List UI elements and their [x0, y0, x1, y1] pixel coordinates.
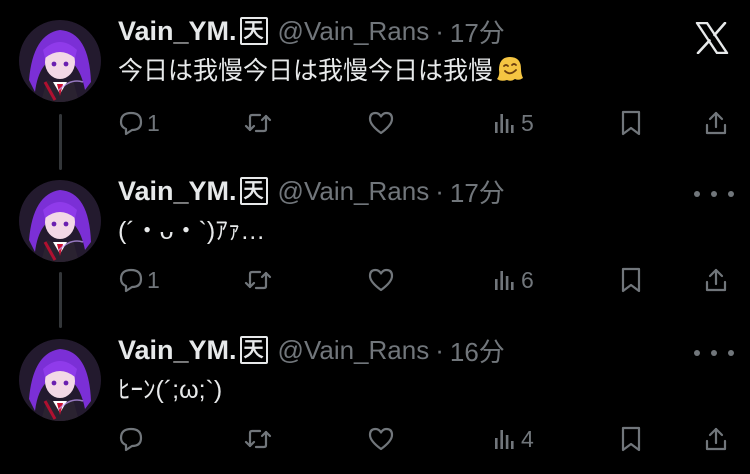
action-bar: 1 [0, 264, 750, 296]
tweet[interactable]: Vain_YM. 天 @Vain_Rans · 17分 今日は我慢今日は我慢今日… [0, 0, 750, 158]
views-button[interactable]: 4 [494, 423, 534, 455]
user-handle[interactable]: @Vain_Rans [278, 335, 430, 366]
views-button[interactable]: 6 [494, 264, 534, 296]
display-name[interactable]: Vain_YM. [118, 335, 237, 366]
reply-button[interactable]: 1 [118, 264, 160, 296]
heart-icon [368, 427, 394, 451]
bookmark-button[interactable] [620, 264, 642, 296]
action-bar: 1 [0, 107, 750, 139]
views-count: 5 [521, 109, 534, 136]
more-dot [711, 191, 717, 197]
views-button[interactable]: 5 [494, 107, 534, 139]
share-button[interactable] [704, 423, 728, 455]
reply-button[interactable] [118, 423, 147, 455]
views-count: 6 [521, 266, 534, 293]
name-badge: 天 [239, 336, 268, 364]
more-dot [694, 191, 700, 197]
analytics-icon [495, 271, 514, 290]
tweet-text-content: (´・ᴗ・`)ｱｧ… [118, 217, 266, 245]
retweet-button[interactable] [244, 264, 275, 296]
more-dot [694, 350, 700, 356]
action-bar: 4 [0, 423, 750, 455]
tweet-text: 今日は我慢今日は我慢今日は我慢 [118, 53, 525, 94]
share-button[interactable] [704, 264, 728, 296]
retweet-button[interactable] [244, 423, 275, 455]
timestamp[interactable]: 17分 [450, 13, 505, 50]
separator-dot: · [435, 15, 444, 46]
reply-count: 1 [147, 266, 160, 293]
views-count: 4 [521, 425, 534, 452]
analytics-icon [495, 114, 514, 133]
x-logo-icon[interactable] [695, 21, 729, 55]
more-dot [711, 350, 717, 356]
more-options-button[interactable] [694, 184, 734, 204]
reply-count: 1 [147, 109, 160, 136]
heart-icon [368, 268, 394, 292]
timestamp[interactable]: 16分 [450, 332, 505, 369]
display-name[interactable]: Vain_YM. [118, 16, 237, 47]
timeline: Vain_YM. 天 @Vain_Rans · 17分 今日は我慢今日は我慢今日… [0, 0, 750, 474]
more-dot [728, 350, 734, 356]
share-icon [705, 111, 727, 135]
tweet-text: (´・ᴗ・`)ｱｧ… [118, 213, 265, 249]
share-icon [705, 268, 727, 292]
bookmark-icon [621, 426, 641, 452]
analytics-icon [495, 430, 514, 449]
tweet-header: Vain_YM. 天 @Vain_Rans · 17分 [118, 172, 505, 210]
tweet-header: Vain_YM. 天 @Vain_Rans · 17分 [118, 12, 505, 50]
retweet-button[interactable] [244, 107, 275, 139]
tweet[interactable]: Vain_YM. 天 @Vain_Rans · 17分 (´・ᴗ・`)ｱｧ… 1 [0, 160, 750, 318]
share-button[interactable] [704, 107, 728, 139]
avatar[interactable] [19, 339, 101, 421]
name-badge: 天 [239, 177, 268, 205]
reply-button[interactable]: 1 [118, 107, 160, 139]
retweet-icon [244, 429, 272, 449]
more-dot [728, 191, 734, 197]
melting-face-emoji-icon [495, 54, 525, 94]
tweet-header: Vain_YM. 天 @Vain_Rans · 16分 [118, 331, 505, 369]
separator-dot: · [435, 175, 444, 206]
bookmark-button[interactable] [620, 107, 642, 139]
reply-icon [119, 111, 143, 136]
heart-icon [368, 111, 394, 135]
retweet-icon [244, 113, 272, 133]
bookmark-button[interactable] [620, 423, 642, 455]
more-options-button[interactable] [694, 343, 734, 363]
reply-icon [119, 268, 143, 293]
timestamp[interactable]: 17分 [450, 173, 505, 210]
tweet-text-content: ﾋｰﾝ(´;ω;`) [118, 376, 223, 404]
user-handle[interactable]: @Vain_Rans [278, 16, 430, 47]
bookmark-icon [621, 267, 641, 293]
separator-dot: · [435, 334, 444, 365]
like-button[interactable] [368, 264, 397, 296]
avatar[interactable] [19, 180, 101, 262]
avatar[interactable] [19, 20, 101, 102]
display-name[interactable]: Vain_YM. [118, 176, 237, 207]
tweet-text: ﾋｰﾝ(´;ω;`) [118, 372, 222, 408]
retweet-icon [244, 270, 272, 290]
like-button[interactable] [368, 423, 397, 455]
share-icon [705, 427, 727, 451]
tweet[interactable]: Vain_YM. 天 @Vain_Rans · 16分 ﾋｰﾝ(´;ω;`) 4 [0, 319, 750, 474]
user-handle[interactable]: @Vain_Rans [278, 176, 430, 207]
bookmark-icon [621, 110, 641, 136]
tweet-text-content: 今日は我慢今日は我慢今日は我慢 [118, 57, 494, 85]
reply-icon [119, 427, 143, 452]
name-badge: 天 [239, 17, 268, 45]
like-button[interactable] [368, 107, 397, 139]
